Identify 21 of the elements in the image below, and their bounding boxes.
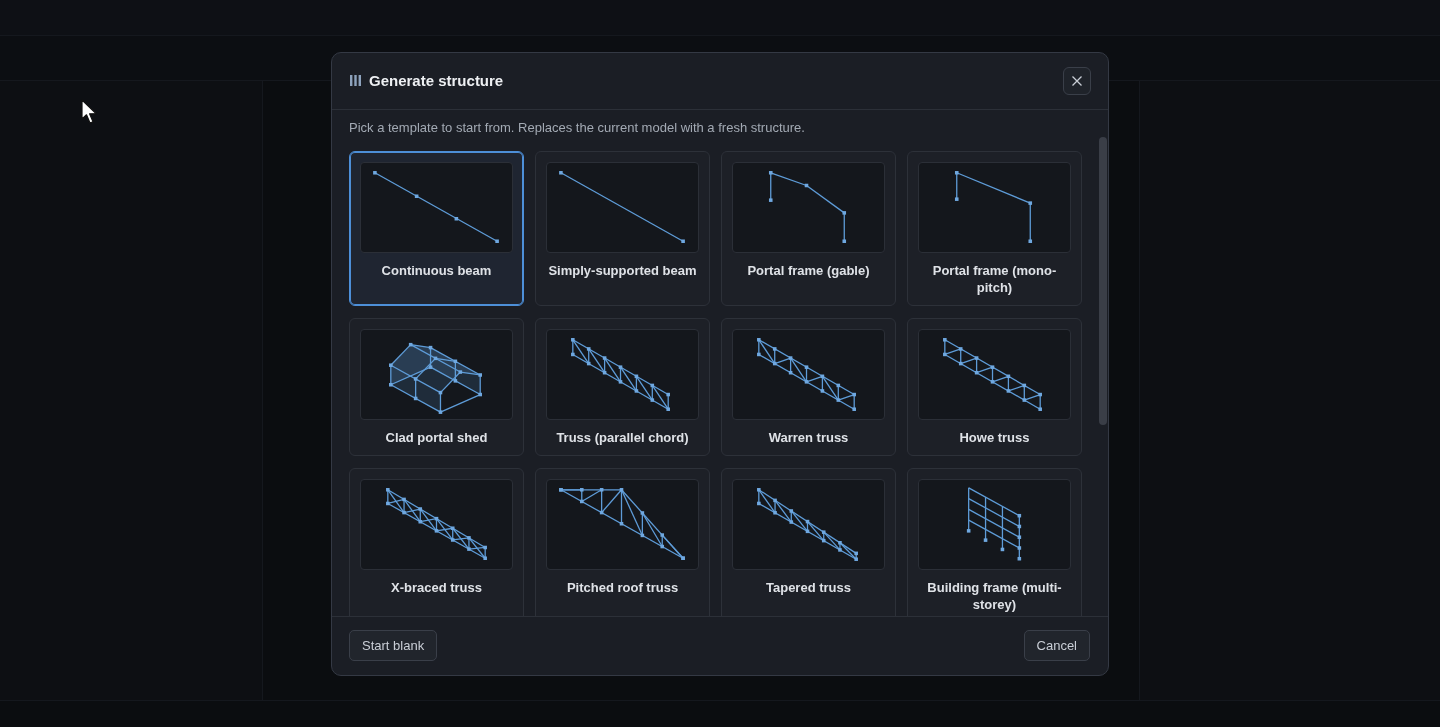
cancel-button[interactable]: Cancel <box>1023 630 1090 661</box>
template-card[interactable]: Howe truss <box>907 317 1082 456</box>
start-blank-button[interactable]: Start blank <box>349 630 438 661</box>
close-icon <box>1072 75 1082 86</box>
template-card[interactable]: Clad portal shed <box>349 317 524 456</box>
dialog-title: Generate structure <box>369 72 505 89</box>
template-card[interactable]: Simply-supported beam <box>535 150 710 306</box>
scrollbar-thumb[interactable] <box>1099 136 1107 425</box>
template-card[interactable]: Warren truss <box>721 317 896 456</box>
mouse-cursor-icon <box>81 99 98 125</box>
template-card[interactable]: Truss (parallel chord) <box>535 317 710 456</box>
template-card[interactable]: Building frame (multi-storey) <box>907 467 1082 616</box>
template-card[interactable]: Continuous beam <box>349 150 524 306</box>
template-card[interactable]: Portal frame (mono-pitch) <box>907 150 1082 306</box>
template-card[interactable]: Portal frame (gable) <box>721 150 896 306</box>
dialog-description: Pick a template to start from. Replaces the current model with a fresh structure. <box>349 118 806 137</box>
template-card[interactable]: Tapered truss <box>721 467 896 616</box>
close-button[interactable] <box>1063 66 1091 95</box>
template-card[interactable]: X-braced truss <box>349 467 524 616</box>
template-card[interactable]: Pitched roof truss <box>535 467 710 616</box>
columns-icon <box>350 75 361 86</box>
